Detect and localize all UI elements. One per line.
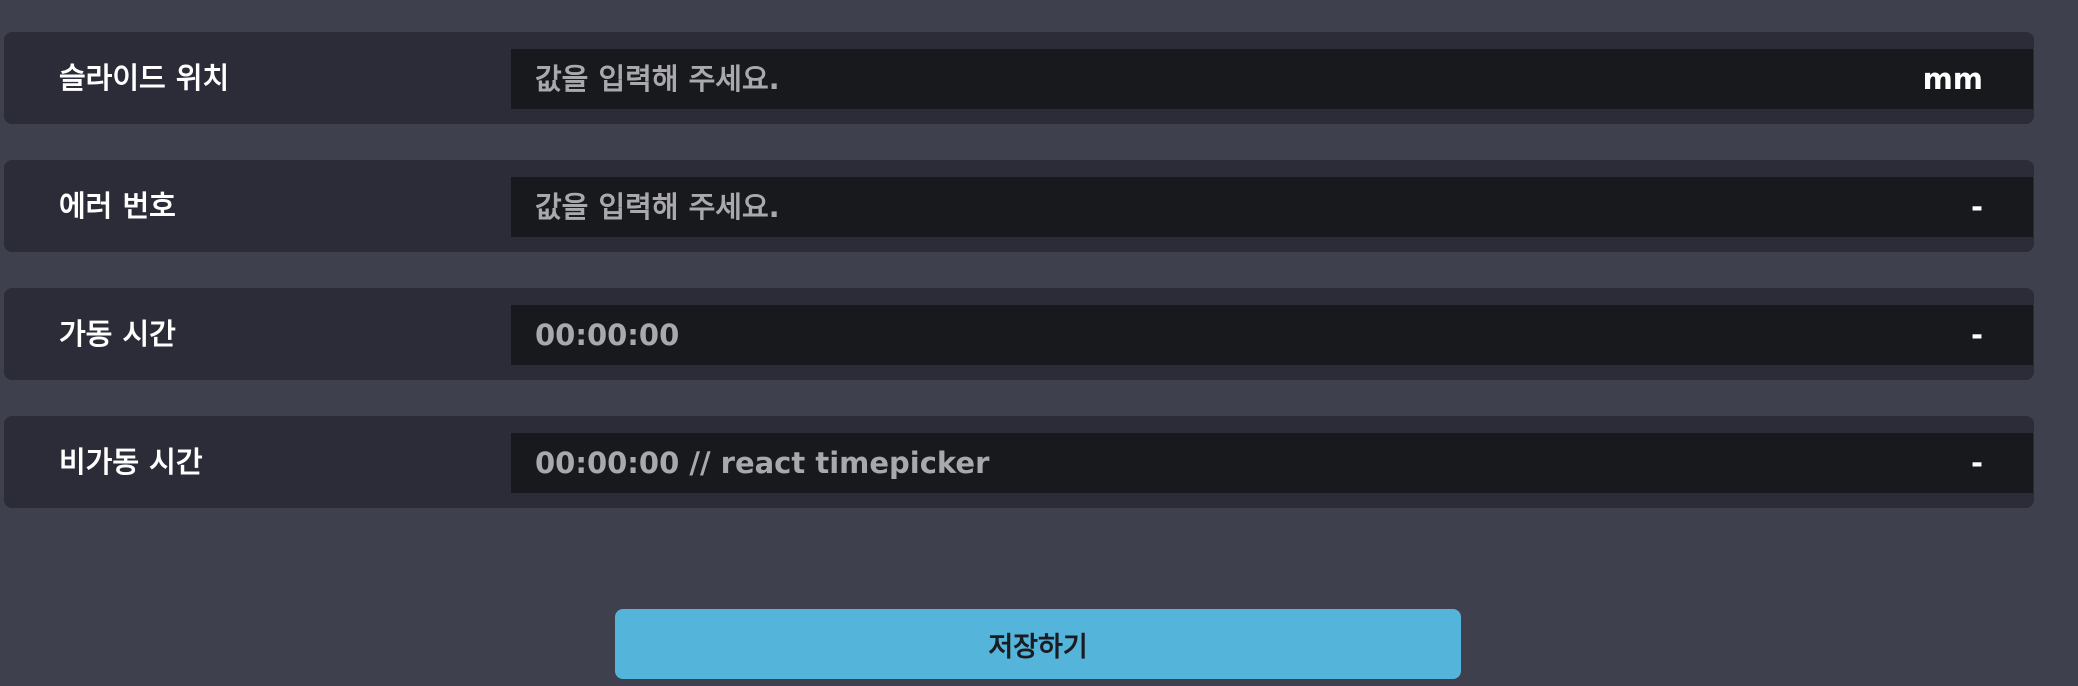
save-button[interactable]: 저장하기 [615,609,1461,679]
operating-time-label: 가동 시간 [59,317,176,351]
slide-position-row: 슬라이드 위치 mm [4,32,2034,124]
operating-time-row: 가동 시간 - [4,288,2034,380]
downtime-row: 비가동 시간 - [4,416,2034,508]
error-number-label: 에러 번호 [59,189,176,223]
downtime-input[interactable] [511,433,1891,493]
operating-time-unit: - [1970,318,1983,352]
slide-position-input[interactable] [511,49,1891,109]
downtime-unit: - [1970,446,1983,480]
settings-form: 슬라이드 위치 mm 에러 번호 - 가동 시간 - 비가동 시간 - 저장하기 [0,0,2078,686]
downtime-label: 비가동 시간 [59,445,203,479]
error-number-input[interactable] [511,177,1891,237]
error-number-unit: - [1970,190,1983,224]
error-number-row: 에러 번호 - [4,160,2034,252]
operating-time-field: - [511,305,2033,365]
slide-position-unit: mm [1922,62,1983,96]
operating-time-input[interactable] [511,305,1891,365]
slide-position-label: 슬라이드 위치 [59,61,230,95]
downtime-field: - [511,433,2033,493]
error-number-field: - [511,177,2033,237]
slide-position-field: mm [511,49,2033,109]
